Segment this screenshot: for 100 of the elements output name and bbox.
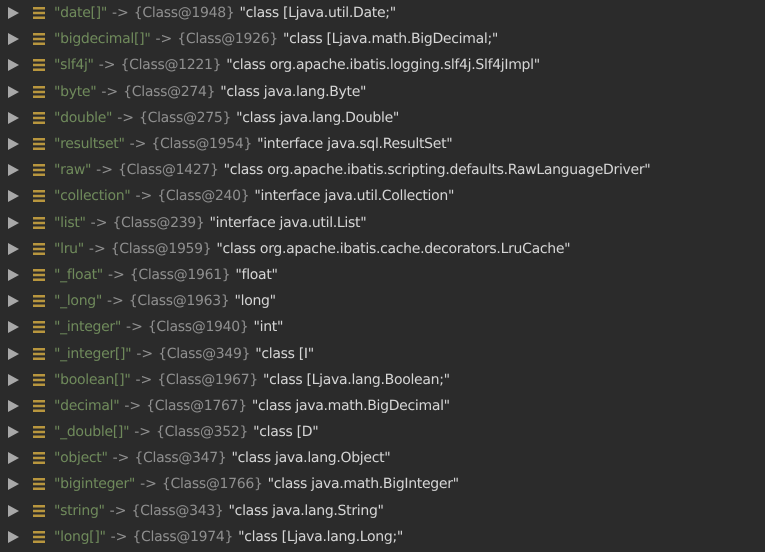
expand-icon[interactable] xyxy=(8,426,19,438)
expand-icon[interactable] xyxy=(8,374,19,386)
entry-value: "class java.math.BigInteger" xyxy=(268,476,459,492)
map-entry-icon xyxy=(33,33,45,46)
object-reference: {Class@1961} xyxy=(130,266,230,283)
map-entry-icon xyxy=(33,268,45,281)
arrow-text: -> xyxy=(107,293,124,310)
expand-icon[interactable] xyxy=(8,268,19,281)
arrow-text: -> xyxy=(126,319,143,336)
map-entry-icon xyxy=(33,348,45,360)
arrow-text: -> xyxy=(88,240,106,257)
arrow-text: -> xyxy=(112,5,129,22)
map-entry-icon xyxy=(33,7,45,20)
expand-icon[interactable] xyxy=(8,7,19,20)
object-reference: {Class@1766} xyxy=(162,476,263,492)
expand-icon[interactable] xyxy=(8,530,19,543)
map-entry-icon xyxy=(33,321,45,334)
entry-key: "_double[]" xyxy=(54,424,130,440)
entry-value: "class [Ljava.util.Date;" xyxy=(239,5,396,22)
entry-key: "date[]" xyxy=(54,5,107,22)
map-entry-icon xyxy=(33,426,45,438)
object-reference: {Class@352} xyxy=(156,424,248,440)
expand-icon[interactable] xyxy=(8,348,19,360)
entry-value: "class [Ljava.math.BigDecimal;" xyxy=(282,31,498,48)
map-entry-icon xyxy=(33,59,45,72)
object-reference: {Class@1974} xyxy=(132,528,234,545)
map-entry-icon xyxy=(33,400,45,412)
entry-key: "collection" xyxy=(54,188,130,204)
entry-key: "_float" xyxy=(54,266,103,283)
arrow-text: -> xyxy=(155,31,172,48)
expand-icon[interactable] xyxy=(8,295,19,308)
entry-key: "string" xyxy=(54,502,105,519)
expand-icon[interactable] xyxy=(8,504,19,517)
entry-value: "long" xyxy=(234,293,276,310)
entry-key: "biginteger" xyxy=(54,476,136,492)
entry-key: "slf4j" xyxy=(54,57,94,74)
arrow-text: -> xyxy=(140,476,157,492)
map-entry-icon xyxy=(33,295,45,308)
entry-key: "resultset" xyxy=(54,136,125,152)
map-entry-icon xyxy=(33,164,45,176)
object-reference: {Class@239} xyxy=(112,214,205,231)
entry-value: "class org.apache.ibatis.logging.slf4j.Slf4jImpl" xyxy=(226,57,540,74)
map-entry-icon xyxy=(33,86,45,98)
expand-icon[interactable] xyxy=(8,86,19,98)
entry-key: "_integer[]" xyxy=(54,346,132,362)
entry-value: "class java.lang.Byte" xyxy=(220,84,366,100)
object-reference: {Class@349} xyxy=(158,346,250,362)
entry-value: "class [I" xyxy=(255,346,314,362)
entry-key: "long[]" xyxy=(54,528,106,545)
entry-key: "lru" xyxy=(54,240,84,257)
expand-icon[interactable] xyxy=(8,478,19,490)
entry-value: "int" xyxy=(254,319,284,336)
entry-value: "interface java.sql.ResultSet" xyxy=(257,136,452,152)
arrow-text: -> xyxy=(130,136,146,152)
expand-icon[interactable] xyxy=(8,112,19,124)
map-entry-icon xyxy=(33,242,45,255)
entry-value: "class [D" xyxy=(253,424,318,440)
expand-icon[interactable] xyxy=(8,242,19,255)
entry-key: "raw" xyxy=(54,162,92,178)
arrow-text: -> xyxy=(112,450,130,466)
expand-icon[interactable] xyxy=(8,33,19,46)
arrow-text: -> xyxy=(124,398,142,414)
map-entry-icon xyxy=(33,138,45,150)
object-reference: {Class@1967} xyxy=(157,372,258,388)
arrow-text: -> xyxy=(108,266,125,283)
arrow-text: -> xyxy=(110,502,126,519)
arrow-text: -> xyxy=(135,372,152,388)
expand-icon[interactable] xyxy=(8,164,19,176)
entry-value: "class org.apache.ibatis.cache.decorators.LruCache" xyxy=(216,240,570,257)
entry-key: "double" xyxy=(54,110,112,126)
map-entry-icon xyxy=(33,530,45,543)
object-reference: {Class@240} xyxy=(157,188,250,204)
arrow-text: -> xyxy=(117,110,134,126)
entry-value: "class java.lang.String" xyxy=(228,502,384,519)
object-reference: {Class@1767} xyxy=(146,398,247,414)
object-reference: {Class@1221} xyxy=(120,57,222,74)
object-reference: {Class@1954} xyxy=(151,136,252,152)
map-entry-icon xyxy=(33,504,45,517)
entry-value: "class [Ljava.lang.Long;" xyxy=(238,528,404,545)
object-reference: {Class@1940} xyxy=(148,319,248,336)
entry-value: "class java.math.BigDecimal" xyxy=(252,398,450,414)
arrow-text: -> xyxy=(136,346,154,362)
arrow-text: -> xyxy=(135,188,152,204)
arrow-text: -> xyxy=(134,424,152,440)
expand-icon[interactable] xyxy=(8,59,19,72)
entry-key: "decimal" xyxy=(54,398,120,414)
arrow-text: -> xyxy=(90,214,108,231)
object-reference: {Class@275} xyxy=(139,110,232,126)
expand-icon[interactable] xyxy=(8,216,19,229)
object-reference: {Class@1427} xyxy=(118,162,219,178)
expand-icon[interactable] xyxy=(8,400,19,412)
entry-value: "class java.lang.Object" xyxy=(232,450,390,466)
expand-icon[interactable] xyxy=(8,138,19,150)
map-entry-icon xyxy=(33,112,45,124)
entry-value: "interface java.util.List" xyxy=(210,214,366,231)
expand-icon[interactable] xyxy=(8,321,19,334)
expand-icon[interactable] xyxy=(8,190,19,202)
map-entry-icon xyxy=(33,452,45,464)
entry-key: "list" xyxy=(54,214,86,231)
expand-icon[interactable] xyxy=(8,452,19,464)
